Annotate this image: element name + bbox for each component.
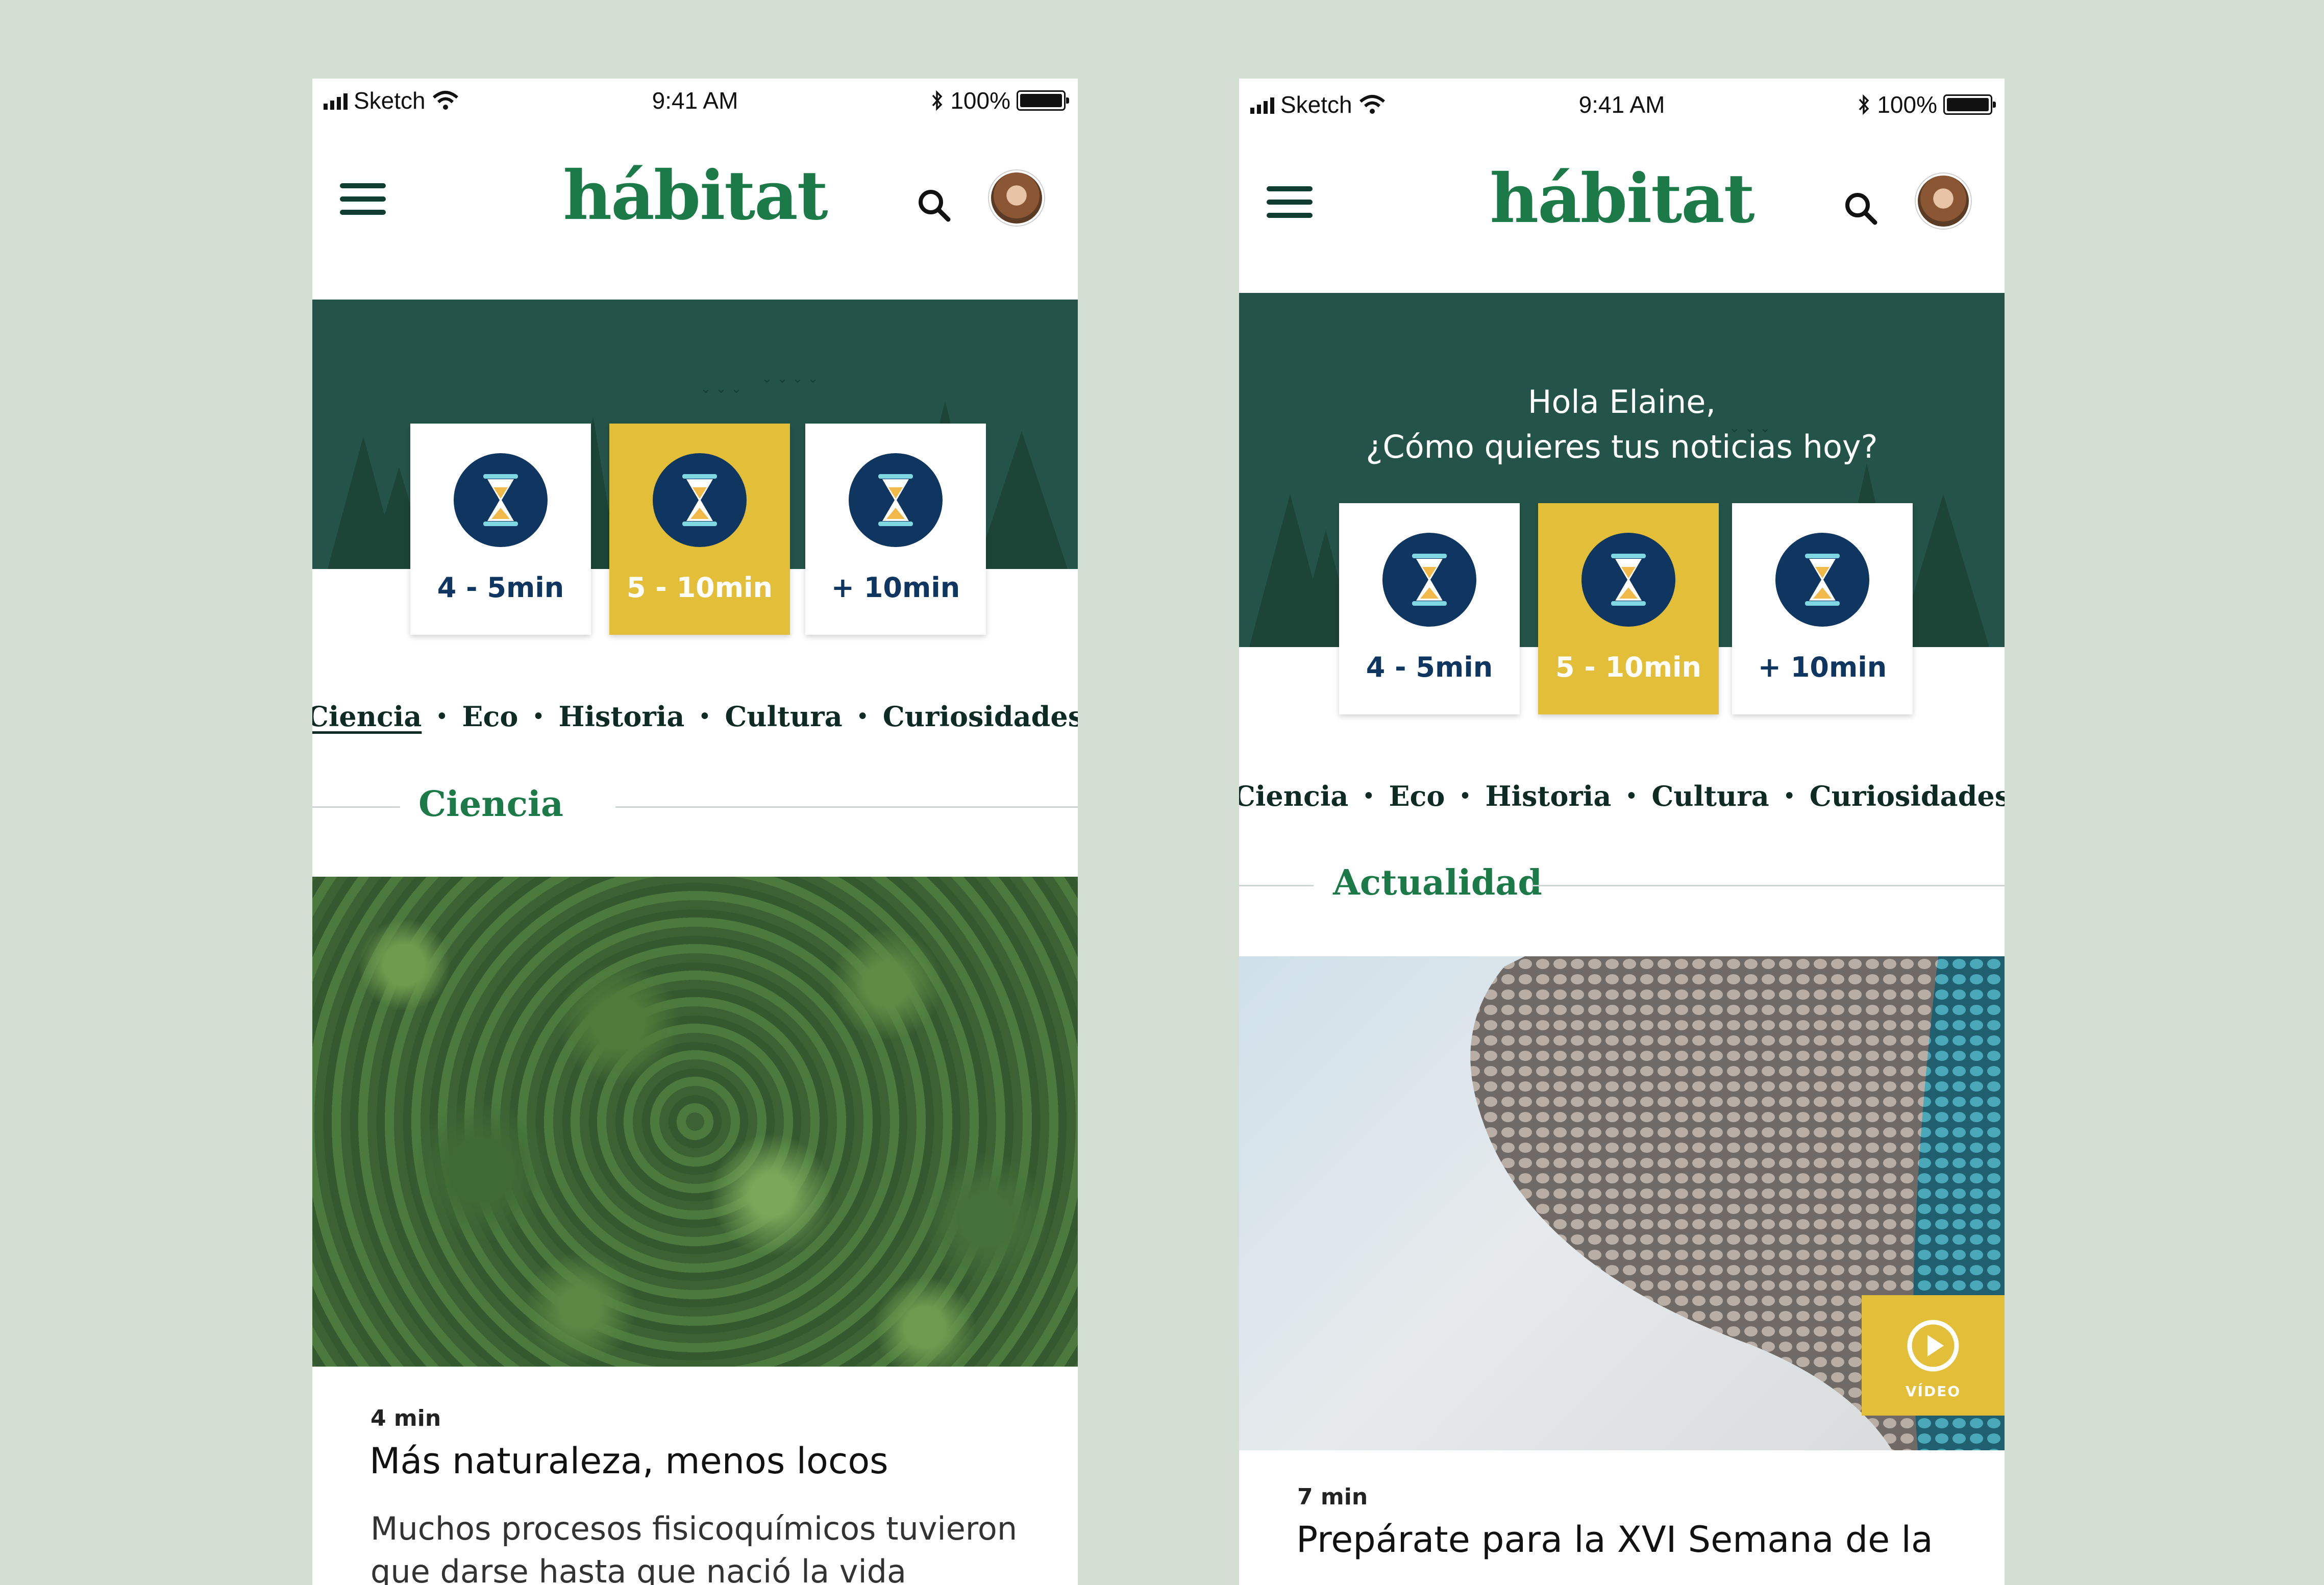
- category-separator: •: [1783, 785, 1795, 807]
- search-button[interactable]: [914, 186, 955, 227]
- hourglass-icon: [1581, 533, 1675, 627]
- article-read-time: 4 min: [370, 1405, 441, 1431]
- category-nav: Ciencia • Eco • Historia • Cultura • Cur…: [1239, 780, 2005, 812]
- time-option-card-selected[interactable]: 5 - 10min: [1538, 503, 1719, 714]
- time-option-card[interactable]: 4 - 5min: [1339, 503, 1520, 714]
- category-separator: •: [699, 706, 711, 727]
- section-title: Actualidad: [1333, 862, 1542, 903]
- time-option-card[interactable]: 4 - 5min: [410, 424, 591, 635]
- hourglass-icon: [1775, 533, 1869, 627]
- article-image-architecture[interactable]: VÍDEO: [1239, 956, 2005, 1450]
- hourglass-icon: [653, 453, 747, 547]
- user-avatar[interactable]: [989, 170, 1044, 226]
- article-image-forest[interactable]: [312, 877, 1078, 1367]
- app-logo[interactable]: hábitat: [1239, 159, 2005, 238]
- app-header: hábitat: [312, 119, 1078, 273]
- category-curiosidades[interactable]: Curiosidades: [1810, 780, 2005, 812]
- app-header: hábitat: [1239, 122, 2005, 276]
- video-badge[interactable]: VÍDEO: [1862, 1295, 2005, 1416]
- battery-icon: [1017, 90, 1069, 111]
- hourglass-icon: [849, 453, 943, 547]
- search-button[interactable]: [1841, 189, 1882, 230]
- category-separator: •: [436, 706, 448, 727]
- status-bar: Sketch 9:41 AM 100%: [1239, 83, 2005, 123]
- time-option-label: 4 - 5min: [437, 572, 564, 604]
- category-historia[interactable]: Historia: [558, 700, 684, 733]
- time-option-card-selected[interactable]: 5 - 10min: [609, 424, 790, 635]
- search-icon: [1845, 193, 1877, 225]
- category-separator: •: [1625, 785, 1638, 807]
- time-option-card[interactable]: + 10min: [1732, 503, 1913, 714]
- category-separator: •: [1459, 785, 1471, 807]
- category-curiosidades[interactable]: Curiosidades: [883, 700, 1078, 733]
- category-nav: Ciencia • Eco • Historia • Cultura • Cur…: [312, 700, 1078, 733]
- greeting-question: ¿Cómo quieres tus noticias hoy?: [1366, 428, 1878, 465]
- category-eco[interactable]: Eco: [462, 700, 518, 733]
- battery-percent: 100%: [950, 87, 1010, 114]
- greeting-name: Hola Elaine,: [1527, 383, 1716, 420]
- greeting: Hola Elaine, ¿Cómo quieres tus noticias …: [1239, 380, 2005, 469]
- category-separator: •: [532, 706, 545, 727]
- user-avatar[interactable]: [1916, 174, 1971, 229]
- category-eco[interactable]: Eco: [1389, 780, 1445, 812]
- hourglass-icon: [1382, 533, 1476, 627]
- time-option-card[interactable]: + 10min: [805, 424, 986, 635]
- article-read-time: 7 min: [1297, 1484, 1368, 1510]
- section-title: Ciencia: [418, 784, 563, 825]
- video-label: VÍDEO: [1905, 1383, 1961, 1400]
- time-option-label: + 10min: [831, 572, 960, 604]
- phone-screen-ciencia: Sketch 9:41 AM 100% hábitat ⌄ ⌄ ⌄ ⌄ ⌄ ⌄ …: [312, 79, 1078, 1585]
- battery-icon: [1943, 94, 1996, 115]
- section-heading: Ciencia: [312, 784, 1078, 830]
- category-ciencia[interactable]: Ciencia: [312, 700, 422, 733]
- search-icon: [919, 190, 951, 222]
- hourglass-icon: [454, 453, 548, 547]
- bluetooth-icon: [1859, 94, 1869, 115]
- bluetooth-icon: [932, 90, 943, 111]
- category-separator: •: [1363, 785, 1375, 807]
- category-cultura[interactable]: Cultura: [1651, 780, 1769, 812]
- category-historia[interactable]: Historia: [1485, 780, 1611, 812]
- play-circle-icon: [1907, 1320, 1959, 1372]
- category-separator: •: [856, 706, 869, 727]
- battery-percent: 100%: [1877, 91, 1937, 118]
- section-heading: Actualidad: [1239, 862, 2005, 908]
- article-title[interactable]: Prepárate para la XVI Semana de la: [1296, 1519, 1933, 1561]
- time-option-label: + 10min: [1758, 651, 1887, 683]
- time-option-label: 5 - 10min: [1555, 651, 1701, 683]
- time-option-label: 5 - 10min: [627, 572, 773, 604]
- category-cultura[interactable]: Cultura: [725, 700, 842, 733]
- article-excerpt: Muchos procesos fisicoquímicos tuvieron …: [370, 1510, 1018, 1585]
- category-ciencia[interactable]: Ciencia: [1239, 780, 1348, 812]
- app-logo[interactable]: hábitat: [312, 156, 1078, 235]
- article-title[interactable]: Más naturaleza, menos locos: [369, 1440, 888, 1482]
- phone-screen-greeting: Sketch 9:41 AM 100% hábitat ⌄ ⌄ ⌄ Hola E…: [1239, 79, 2005, 1585]
- time-option-label: 4 - 5min: [1366, 651, 1493, 683]
- status-bar: Sketch 9:41 AM 100%: [312, 79, 1078, 119]
